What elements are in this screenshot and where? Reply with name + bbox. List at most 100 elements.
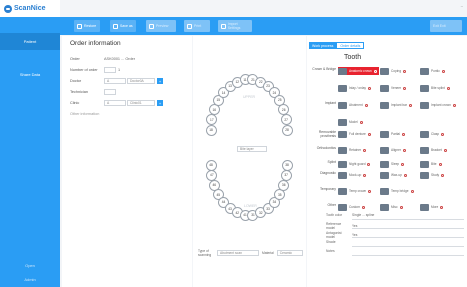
tooth-option[interactable]: Full denture — [338, 130, 371, 138]
order-row: Order ASK0001 ... Order — [70, 55, 188, 63]
tooth-option[interactable]: Bite — [420, 160, 442, 168]
tooth-option[interactable]: Abutment — [338, 101, 368, 109]
tooth-option[interactable]: Sleep — [380, 160, 405, 168]
bite-layer-field[interactable]: Bite layer — [237, 146, 267, 152]
scan-type-select[interactable]: Abutment scan — [217, 250, 259, 256]
option-radio-icon[interactable] — [401, 162, 405, 166]
option-radio-icon[interactable] — [363, 173, 367, 177]
restoration-thumbnail-icon — [338, 67, 347, 75]
tooth-28[interactable]: 28 — [281, 124, 293, 136]
tooth-option[interactable]: Clasp — [420, 130, 445, 138]
exit-button[interactable]: Exit Exit — [430, 20, 462, 32]
detail-label: Shade — [326, 240, 336, 244]
option-radio-icon[interactable] — [438, 162, 442, 166]
option-radio-icon[interactable] — [440, 205, 444, 209]
tooth-option[interactable]: Coping — [380, 67, 407, 75]
tooth-option[interactable]: Temp crown — [338, 187, 372, 195]
material-select[interactable]: Ceramic — [276, 250, 303, 256]
technician-field[interactable] — [104, 89, 116, 95]
option-radio-icon[interactable] — [402, 132, 406, 136]
sidebar-item-patient[interactable]: Patient — [0, 33, 60, 50]
option-radio-icon[interactable] — [402, 148, 406, 152]
option-radio-icon[interactable] — [441, 69, 445, 73]
tooth-option[interactable]: Model — [338, 118, 363, 126]
tooth-option[interactable]: Study — [420, 171, 445, 179]
print-button[interactable]: Print — [184, 20, 210, 32]
detail-divider — [352, 228, 464, 229]
option-radio-icon[interactable] — [367, 132, 371, 136]
option-radio-icon[interactable] — [373, 69, 377, 73]
tab-order-details[interactable]: Order details — [336, 42, 365, 49]
tooth-option[interactable]: Aligner — [380, 146, 406, 154]
tooth-option[interactable]: Wax-up — [380, 171, 407, 179]
option-group-label: Removable prosthesis — [318, 130, 336, 138]
option-radio-icon[interactable] — [363, 148, 367, 152]
other-information-link[interactable]: Other information — [70, 112, 99, 116]
import-settings-button[interactable]: Import Settings — [218, 20, 252, 32]
option-radio-icon[interactable] — [441, 173, 445, 177]
tooth-option[interactable]: Anatomic crown — [338, 67, 379, 75]
add-clinic-button[interactable]: + — [157, 100, 163, 106]
tooth-48[interactable]: 48 — [205, 159, 217, 171]
doctor-select[interactable]: Doctor0A — [127, 78, 155, 84]
preview-button[interactable]: Preview — [146, 20, 176, 32]
option-radio-icon[interactable] — [441, 132, 445, 136]
restoration-thumbnail-icon — [338, 130, 347, 138]
tooth-38[interactable]: 38 — [281, 159, 293, 171]
tooth-option[interactable]: Implant bar — [380, 101, 412, 109]
tooth-option[interactable]: Partial — [380, 130, 406, 138]
tooth-option-label: Veneer — [391, 86, 402, 90]
clinic-select[interactable]: Clinic01 — [127, 100, 155, 106]
number-of-order-stepper[interactable] — [104, 67, 116, 73]
tooth-option[interactable]: Inlay / onlay — [338, 84, 372, 92]
tooth-option[interactable]: Temp bridge — [380, 187, 414, 195]
option-radio-icon[interactable] — [359, 120, 363, 124]
option-radio-icon[interactable] — [399, 205, 403, 209]
sidebar-item-share-data[interactable]: Share Data — [0, 66, 60, 83]
tooth-18[interactable]: 18 — [205, 124, 217, 136]
save-as-button[interactable]: Save as — [110, 20, 136, 32]
tooth-option[interactable]: Pontic — [420, 67, 445, 75]
option-radio-icon[interactable] — [361, 205, 365, 209]
option-radio-icon[interactable] — [364, 103, 368, 107]
option-radio-icon[interactable] — [403, 173, 407, 177]
tooth-option-label: Pontic — [431, 69, 440, 73]
option-radio-icon[interactable] — [367, 162, 371, 166]
material-label: Material — [262, 251, 274, 255]
tooth-option[interactable]: Implant crown — [420, 101, 456, 109]
option-radio-icon[interactable] — [403, 86, 407, 90]
tooth-option[interactable]: More — [420, 203, 444, 211]
tooth-option[interactable]: Night guard — [338, 160, 371, 168]
tooth-option[interactable]: Bite splint — [420, 84, 450, 92]
sidebar-item-admin[interactable]: Admin — [0, 274, 60, 284]
tooth-option-label: Bracket — [431, 148, 442, 152]
clinic-code-field[interactable]: A — [104, 100, 126, 106]
tooth-37[interactable]: 37 — [280, 169, 292, 181]
option-radio-icon[interactable] — [446, 86, 450, 90]
tooth-option[interactable]: Retainer — [338, 146, 367, 154]
tooth-option[interactable]: Mock-up — [338, 171, 367, 179]
option-radio-icon[interactable] — [410, 189, 414, 193]
restore-button[interactable]: Restore — [74, 20, 100, 32]
option-radio-icon[interactable] — [443, 148, 447, 152]
option-group-label: Splint — [327, 160, 336, 164]
technician-row: Technician — [70, 88, 188, 96]
option-radio-icon[interactable] — [403, 69, 407, 73]
option-radio-icon[interactable] — [368, 86, 372, 90]
option-radio-icon[interactable] — [408, 103, 412, 107]
order-value: ASK0001 ... Order — [104, 57, 136, 61]
tooth-option[interactable]: Custom — [338, 203, 365, 211]
right-tabs: Work process Order details — [309, 42, 365, 49]
tooth-option[interactable]: Misc — [380, 203, 403, 211]
option-radio-icon[interactable] — [452, 103, 456, 107]
doctor-code-field[interactable]: A — [104, 78, 126, 84]
tooth-27[interactable]: 27 — [280, 114, 292, 126]
tab-work-process[interactable]: Work process — [309, 42, 337, 49]
sidebar-item-open[interactable]: Open — [0, 260, 60, 270]
tooth-option[interactable]: Bracket — [420, 146, 447, 154]
option-radio-icon[interactable] — [368, 189, 372, 193]
window-minimize-icon[interactable]: – — [461, 3, 463, 8]
tooth-option[interactable]: Veneer — [380, 84, 407, 92]
detail-value[interactable]: Single ... spline — [352, 213, 374, 217]
add-doctor-button[interactable]: + — [157, 78, 163, 84]
